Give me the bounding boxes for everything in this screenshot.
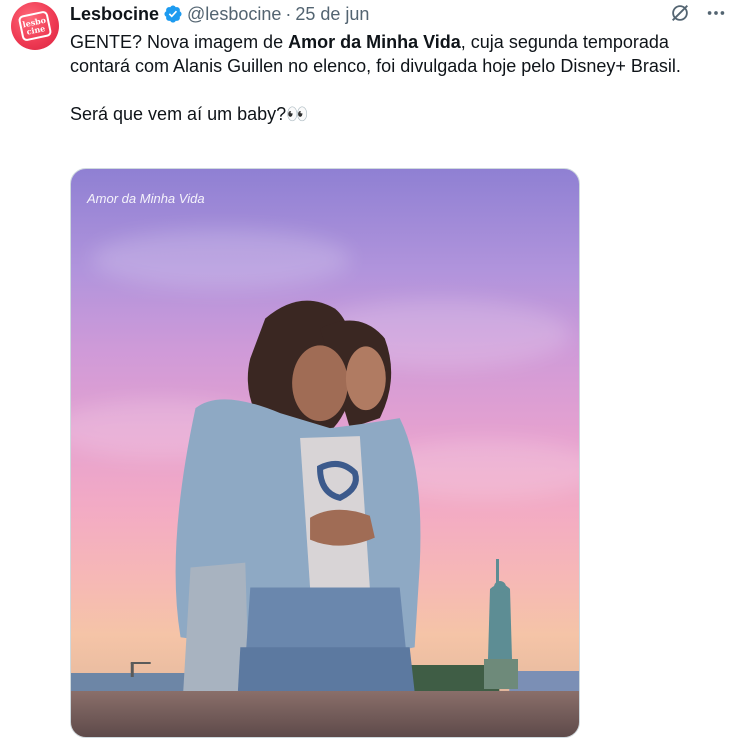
author-handle[interactable]: @lesbocine xyxy=(187,4,281,25)
text-bold-title: Amor da Minha Vida xyxy=(288,32,461,52)
stone-ledge xyxy=(71,691,579,737)
header-actions xyxy=(669,0,727,26)
avatar[interactable]: lesbo cine xyxy=(11,2,59,50)
verified-badge-icon xyxy=(164,5,182,23)
tweet-text-paragraph-1: GENTE? Nova imagem de Amor da Minha Vida… xyxy=(70,30,730,78)
separator: · xyxy=(285,3,292,24)
author-name[interactable]: Lesbocine xyxy=(70,4,159,25)
more-icon[interactable] xyxy=(705,2,727,24)
avatar-logo: lesbo cine xyxy=(17,10,53,42)
tweet-header: Lesbocine @lesbocine · 25 de jun xyxy=(70,2,727,26)
avatar-text-2: cine xyxy=(25,23,47,37)
couple-photo-subjects xyxy=(175,300,421,737)
tweet-text: GENTE? Nova imagem de Amor da Minha Vida… xyxy=(70,30,730,126)
tweet-media-image[interactable]: Amor da Minha Vida xyxy=(70,168,580,738)
grok-icon[interactable] xyxy=(669,2,691,24)
text-part-1: GENTE? Nova imagem de xyxy=(70,32,289,52)
tweet-date[interactable]: 25 de jun xyxy=(295,4,369,25)
tweet-text-paragraph-2: Será que vem aí um baby?👀 xyxy=(70,104,309,124)
